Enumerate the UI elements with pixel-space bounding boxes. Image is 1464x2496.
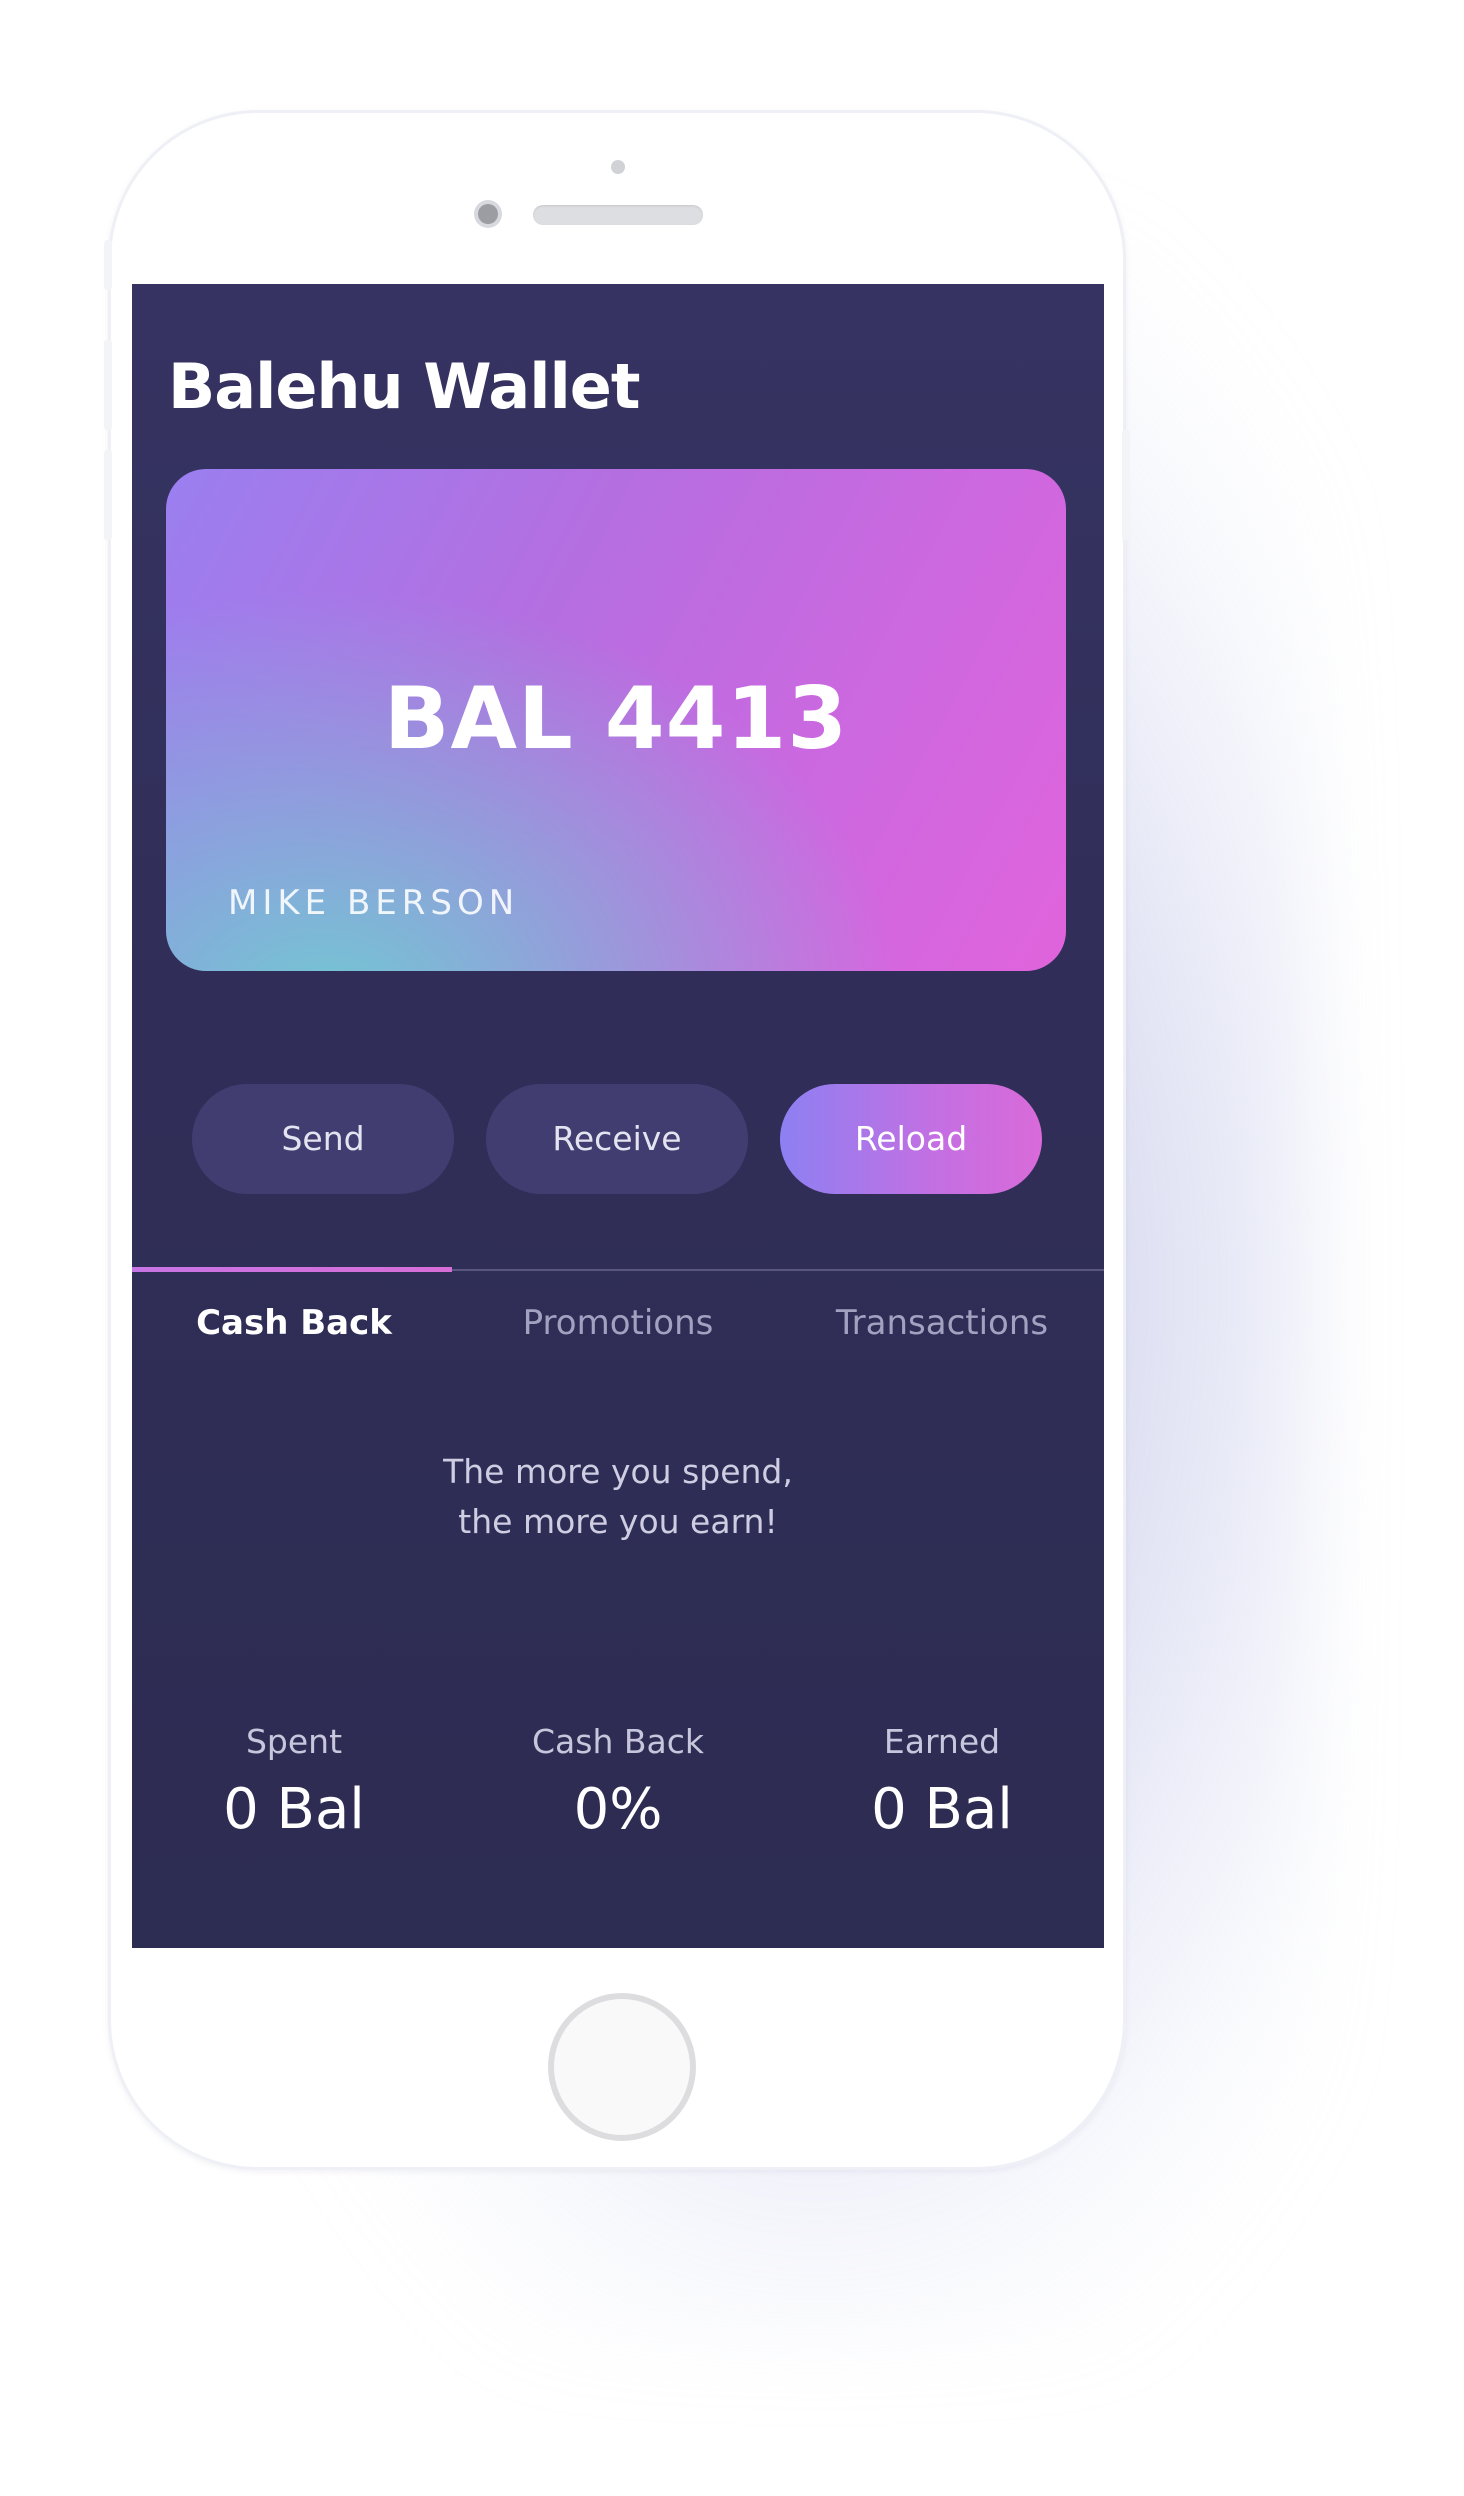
stat-earned: Earned 0 Bal	[780, 1722, 1104, 1842]
tab-cash-back[interactable]: Cash Back	[132, 1303, 456, 1343]
stat-value: 0 Bal	[871, 1777, 1013, 1842]
tab-bar: Cash Back Promotions Transactions	[132, 1267, 1104, 1379]
cashback-stats: Spent 0 Bal Cash Back 0% Earned 0 Bal	[132, 1722, 1104, 1882]
front-camera-icon	[478, 204, 498, 224]
cashback-message-line-2: the more you earn!	[458, 1502, 778, 1541]
receive-button[interactable]: Receive	[486, 1084, 748, 1194]
card-holder-name: MIKE BERSON	[228, 883, 520, 923]
cashback-message: The more you spend, the more you earn!	[132, 1447, 1104, 1547]
action-buttons: Send Receive Reload	[192, 1084, 1042, 1194]
stat-label: Earned	[883, 1722, 1001, 1761]
cashback-message-line-1: The more you spend,	[443, 1452, 793, 1491]
side-button-volume-down	[104, 450, 112, 540]
side-button-power	[1122, 430, 1130, 540]
active-tab-indicator	[132, 1267, 452, 1272]
stat-spent: Spent 0 Bal	[132, 1722, 456, 1842]
send-button[interactable]: Send	[192, 1084, 454, 1194]
stat-label: Spent	[245, 1722, 343, 1761]
stat-value: 0 Bal	[223, 1777, 365, 1842]
stat-cash-back: Cash Back 0%	[456, 1722, 780, 1842]
earpiece-speaker	[533, 205, 703, 225]
home-button[interactable]	[548, 1993, 696, 2141]
page: Balehu Wallet BAL 4413 MIKE BERSON Send …	[0, 0, 1464, 2496]
page-title: Balehu Wallet	[168, 350, 640, 423]
tab-transactions[interactable]: Transactions	[780, 1303, 1104, 1343]
side-button-volume-up	[104, 340, 112, 430]
reload-button[interactable]: Reload	[780, 1084, 1042, 1194]
wallet-card[interactable]: BAL 4413 MIKE BERSON	[166, 469, 1066, 971]
side-button-mute	[104, 240, 112, 290]
app-screen: Balehu Wallet BAL 4413 MIKE BERSON Send …	[132, 284, 1104, 1948]
stat-label: Cash Back	[532, 1722, 704, 1761]
proximity-sensor	[611, 160, 625, 174]
stat-value: 0%	[573, 1777, 663, 1842]
card-balance: BAL 4413	[383, 669, 849, 769]
tab-promotions[interactable]: Promotions	[456, 1303, 780, 1343]
